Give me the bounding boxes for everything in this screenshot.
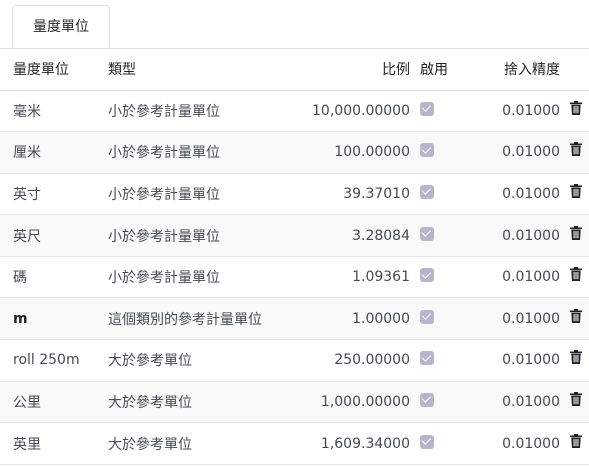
cell-rounding[interactable]: 0.01000: [492, 423, 570, 465]
cell-ratio[interactable]: 1.00000: [288, 298, 420, 340]
cell-uom-name[interactable]: 英寸: [0, 173, 108, 215]
table-row[interactable]: 毫米 小於參考計量單位 10,000.00000 0.01000: [0, 90, 589, 132]
uom-table: 量度單位 類型 比例 啟用 捨入精度 毫米 小於參考計量單位 10,000.0000…: [0, 48, 589, 465]
table-row[interactable]: 英尺 小於參考計量單位 3.28084 0.01000: [0, 214, 589, 257]
table-header-row: 量度單位 類型 比例 啟用 捨入精度: [0, 48, 589, 91]
cell-active: [420, 90, 492, 132]
cell-rounding[interactable]: 0.01000: [492, 381, 570, 423]
trash-icon[interactable]: [570, 308, 582, 327]
cell-uom-type[interactable]: 小於參考計量單位: [108, 90, 288, 132]
cell-active: [420, 423, 492, 465]
cell-uom-type[interactable]: 這個類別的參考計量單位: [108, 298, 288, 340]
cell-rounding[interactable]: 0.01000: [492, 340, 570, 382]
cell-delete: [570, 256, 589, 298]
cell-ratio[interactable]: 1.09361: [288, 256, 420, 298]
cell-ratio[interactable]: 250.00000: [288, 340, 420, 382]
cell-rounding[interactable]: 0.01000: [492, 132, 570, 174]
cell-uom-type[interactable]: 小於參考計量單位: [108, 215, 288, 257]
cell-ratio[interactable]: 1,609.34000: [288, 423, 420, 465]
cell-rounding[interactable]: 0.01000: [492, 298, 570, 340]
table-row[interactable]: 厘米 小於參考計量單位 100.00000 0.01000: [0, 131, 589, 174]
cell-uom-name[interactable]: 英里: [0, 423, 108, 465]
cell-rounding[interactable]: 0.01000: [492, 173, 570, 215]
table-row[interactable]: 公里 大於參考單位 1,000.00000 0.01000: [0, 381, 589, 423]
table-row[interactable]: roll 250m 大於參考單位 250.00000 0.01000: [0, 340, 589, 382]
cell-uom-name[interactable]: 毫米: [0, 90, 108, 132]
checked-checkbox-icon[interactable]: [420, 392, 434, 407]
cell-uom-name[interactable]: 厘米: [0, 132, 108, 174]
checked-checkbox-icon[interactable]: [420, 143, 434, 158]
trash-icon[interactable]: [570, 350, 582, 368]
cell-delete: [570, 173, 589, 215]
cell-uom-name[interactable]: roll 250m: [0, 340, 108, 382]
checked-checkbox-icon[interactable]: [420, 434, 434, 449]
cell-active: [420, 173, 492, 215]
cell-ratio[interactable]: 1,000.00000: [288, 381, 420, 423]
trash-icon[interactable]: [570, 267, 582, 285]
cell-uom-type[interactable]: 小於參考計量單位: [108, 132, 288, 174]
trash-icon[interactable]: [570, 225, 582, 244]
checked-checkbox-icon[interactable]: [420, 184, 434, 199]
trash-icon[interactable]: [570, 142, 582, 160]
cell-active: [420, 256, 492, 298]
cell-uom-name[interactable]: 公里: [0, 381, 108, 423]
cell-active: [420, 132, 492, 174]
trash-icon[interactable]: [570, 433, 582, 452]
cell-uom-type[interactable]: 小於參考計量單位: [108, 173, 288, 215]
tab-uom[interactable]: 量度單位: [12, 5, 110, 48]
checked-checkbox-icon[interactable]: [420, 351, 434, 366]
cell-ratio[interactable]: 10,000.00000: [288, 90, 420, 132]
cell-delete: [570, 132, 589, 174]
column-header-delete: [570, 48, 589, 91]
cell-delete: [570, 381, 589, 423]
table-row[interactable]: m 這個類別的參考計量單位 1.00000 0.01000: [0, 297, 589, 340]
column-header-active[interactable]: 啟用: [420, 48, 492, 91]
cell-active: [420, 381, 492, 423]
cell-uom-name[interactable]: 英尺: [0, 215, 108, 257]
cell-ratio[interactable]: 39.37010: [288, 173, 420, 215]
cell-rounding[interactable]: 0.01000: [492, 256, 570, 298]
trash-icon[interactable]: [570, 100, 582, 119]
cell-rounding[interactable]: 0.01000: [492, 215, 570, 257]
column-header-name[interactable]: 量度單位: [0, 48, 108, 91]
tabs-bar: 量度單位: [0, 0, 589, 49]
column-header-ratio[interactable]: 比例: [288, 48, 420, 91]
trash-icon[interactable]: [570, 183, 582, 202]
cell-delete: [570, 90, 589, 132]
cell-uom-type[interactable]: 小於參考計量單位: [108, 256, 288, 298]
cell-uom-name[interactable]: 碼: [0, 256, 108, 298]
cell-uom-type[interactable]: 大於參考單位: [108, 423, 288, 465]
cell-rounding[interactable]: 0.01000: [492, 90, 570, 132]
table-row[interactable]: 碼小於參考計量單位 1.09361 0.01000: [0, 256, 589, 298]
column-header-rounding[interactable]: 捨入精度: [492, 48, 570, 91]
table-row[interactable]: 英寸 小於參考計量單位 39.37010 0.01000: [0, 173, 589, 215]
cell-ratio[interactable]: 100.00000: [288, 132, 420, 174]
cell-active: [420, 340, 492, 382]
cell-delete: [570, 423, 589, 465]
checked-checkbox-icon[interactable]: [420, 226, 434, 241]
cell-delete: [570, 215, 589, 257]
trash-icon[interactable]: [570, 391, 582, 410]
cell-active: [420, 215, 492, 257]
cell-delete: [570, 298, 589, 340]
cell-active: [420, 298, 492, 340]
column-header-type[interactable]: 類型: [108, 48, 288, 91]
checked-checkbox-icon[interactable]: [420, 101, 434, 116]
cell-uom-type[interactable]: 大於參考單位: [108, 340, 288, 382]
cell-delete: [570, 340, 589, 382]
cell-uom-type[interactable]: 大於參考單位: [108, 381, 288, 423]
cell-ratio[interactable]: 3.28084: [288, 215, 420, 257]
checked-checkbox-icon[interactable]: [420, 268, 434, 283]
cell-uom-name[interactable]: m: [0, 298, 108, 340]
checked-checkbox-icon[interactable]: [420, 309, 434, 324]
table-row[interactable]: 英里 大於參考單位 1,609.34000 0.01000: [0, 423, 589, 465]
